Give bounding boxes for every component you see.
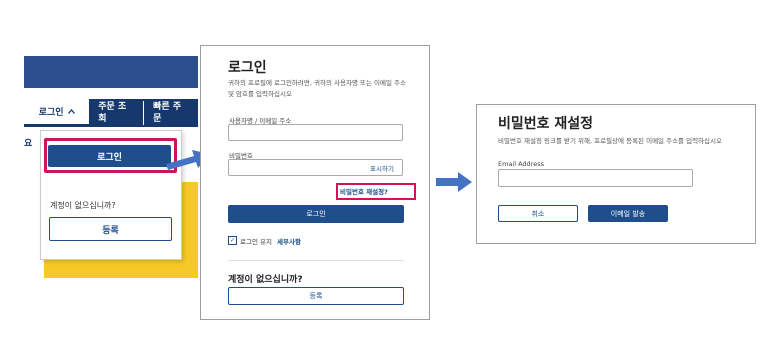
email-field[interactable] — [498, 169, 693, 187]
no-account-heading: 계정이 없으십니까? — [228, 275, 303, 285]
remember-me-label: 로그인 유지 — [240, 238, 272, 246]
remember-me-checkbox[interactable]: ✓ — [228, 236, 237, 245]
email-label: Email Address — [498, 160, 544, 168]
nav-item-quick-order[interactable]: 빠른 주문 — [144, 101, 198, 125]
forgot-password-highlight — [336, 183, 416, 200]
send-email-button[interactable]: 이메일 발송 — [588, 205, 668, 222]
show-password-button[interactable]: 표시하기 — [370, 163, 394, 173]
page-title: 로그인 — [228, 60, 267, 76]
register-button[interactable]: 등록 — [228, 287, 404, 305]
dropdown-register-button[interactable]: 등록 — [49, 217, 172, 241]
reset-description: 비밀번호 재설정 링크를 받기 위해, 프로필상에 등록된 이메일 주소를 입력… — [498, 137, 722, 145]
cancel-button[interactable]: 취소 — [498, 205, 578, 222]
login-button-highlight — [44, 138, 177, 173]
nav-item-order-lookup[interactable]: 주문 조회 — [89, 101, 145, 125]
details-link[interactable]: 세부사항 — [277, 236, 301, 246]
divider — [228, 260, 404, 261]
no-account-text: 계정이 없으십니까? — [50, 201, 116, 210]
login-description: 귀하의 프로필에 로그인하려면, 귀하의 사용자명 또는 이메일 주소 및 암호… — [228, 79, 406, 98]
nav-login-toggle[interactable]: 로그인 — [24, 99, 90, 127]
reset-title: 비밀번호 재설정 — [498, 116, 594, 132]
arrow-right-icon — [436, 172, 472, 192]
username-input[interactable] — [228, 124, 403, 141]
site-header-bar — [24, 56, 198, 88]
login-button[interactable]: 로그인 — [228, 205, 404, 223]
chevron-up-icon — [67, 107, 75, 117]
nav-login-label: 로그인 — [38, 108, 64, 118]
main-nav: 로그인 주문 조회 빠른 주문 — [24, 99, 198, 127]
